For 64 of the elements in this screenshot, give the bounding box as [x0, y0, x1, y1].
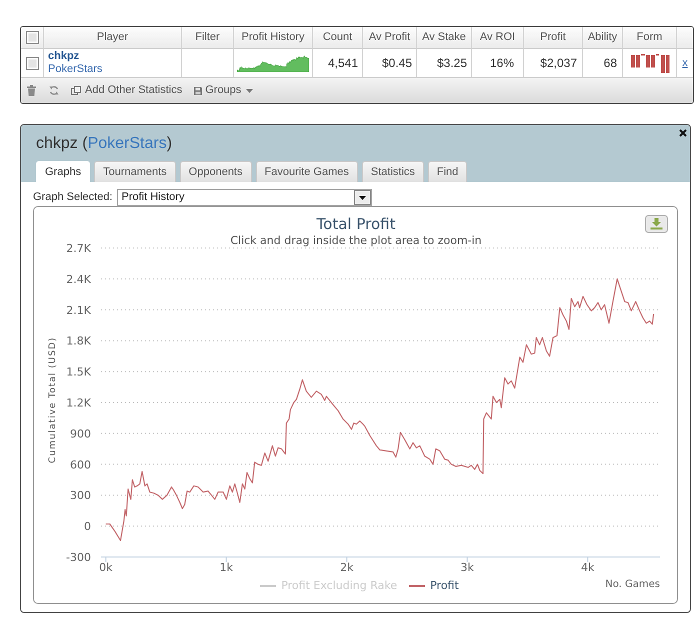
- player-name-link[interactable]: chkpz: [48, 50, 80, 63]
- y-axis-label: 2.4K: [66, 272, 91, 286]
- graph-select[interactable]: Profit History: [116, 189, 372, 206]
- legend-line-icon: [260, 584, 276, 586]
- x-axis-label: 1k: [220, 561, 233, 574]
- remove-link[interactable]: x: [682, 54, 688, 72]
- y-axis-label: 2.1K: [66, 304, 91, 317]
- tab[interactable]: Graphs: [36, 161, 90, 182]
- y-axis-label: 1.5K: [66, 366, 91, 379]
- table-cell-text: $0.45: [382, 55, 412, 72]
- table-cell-text: $3.25: [436, 55, 467, 72]
- x-axis-label: 2k: [340, 561, 354, 574]
- chart-subtitle: Click and drag inside the plot area to zoom-in: [230, 234, 482, 247]
- close-icon[interactable]: [679, 129, 687, 137]
- legend-line-icon: [409, 584, 426, 586]
- y-axis-label: 1.2K: [66, 396, 91, 410]
- floppy-icon: [194, 86, 202, 94]
- column-header[interactable]: Ability: [588, 29, 618, 46]
- column-header[interactable]: Form: [636, 29, 662, 46]
- profit-sparkline: [237, 54, 309, 72]
- legend-label[interactable]: Profit: [430, 579, 459, 592]
- table-cell-text: 16%: [490, 55, 514, 72]
- column-header[interactable]: Player: [96, 29, 128, 46]
- download-button[interactable]: [645, 215, 668, 233]
- table-cell-text: $2,037: [540, 55, 577, 72]
- tab[interactable]: Favourite Games: [256, 161, 358, 182]
- panel-title: chkpz (PokerStars): [36, 134, 172, 154]
- groups-button[interactable]: Groups: [194, 82, 254, 99]
- refresh-icon[interactable]: [49, 85, 59, 96]
- y-axis-label: 1.8K: [66, 334, 91, 348]
- column-header[interactable]: Av ROI: [480, 29, 516, 46]
- table-cell-text: 4,541: [328, 55, 358, 72]
- column-header[interactable]: Av Stake: [422, 29, 466, 46]
- column-header[interactable]: Profit History: [242, 29, 304, 46]
- tab[interactable]: Opponents: [180, 161, 252, 182]
- x-axis-title: No. Games: [605, 579, 660, 590]
- select-all-checkbox[interactable]: [26, 31, 38, 44]
- x-axis-label: 0k: [99, 561, 112, 574]
- y-axis-label: 300: [70, 489, 91, 502]
- y-axis-title: Cumulative Total (USD): [48, 336, 58, 464]
- y-axis-label: 2.7K: [66, 242, 91, 255]
- x-axis-label: 3k: [460, 561, 474, 574]
- site-link[interactable]: PokerStars: [48, 63, 102, 76]
- y-axis-label: -300: [66, 551, 91, 564]
- add-statistics-button[interactable]: Add Other Statistics: [71, 82, 182, 99]
- tab[interactable]: Tournaments: [94, 161, 176, 182]
- y-axis-label: 900: [70, 427, 91, 440]
- graph-select-label: Graph Selected:: [33, 190, 112, 206]
- download-icon: [650, 218, 662, 230]
- tab[interactable]: Find: [428, 161, 468, 182]
- row-checkbox[interactable]: [26, 56, 38, 70]
- column-header[interactable]: Profit: [540, 29, 566, 46]
- column-header[interactable]: Filter: [195, 29, 220, 46]
- y-axis-label: 0: [84, 520, 91, 534]
- column-header[interactable]: Av Profit: [368, 29, 410, 46]
- y-axis-label: 600: [70, 458, 91, 472]
- chart-title: Total Profit: [316, 215, 396, 233]
- x-axis-label: 4k: [581, 561, 594, 574]
- trash-icon[interactable]: [27, 85, 36, 96]
- overlapping-squares-icon: [71, 86, 81, 95]
- caret-down-icon: [246, 88, 254, 92]
- table-cell-text: 68: [604, 55, 617, 72]
- tab[interactable]: Statistics: [362, 161, 424, 182]
- column-header[interactable]: Count: [322, 29, 352, 46]
